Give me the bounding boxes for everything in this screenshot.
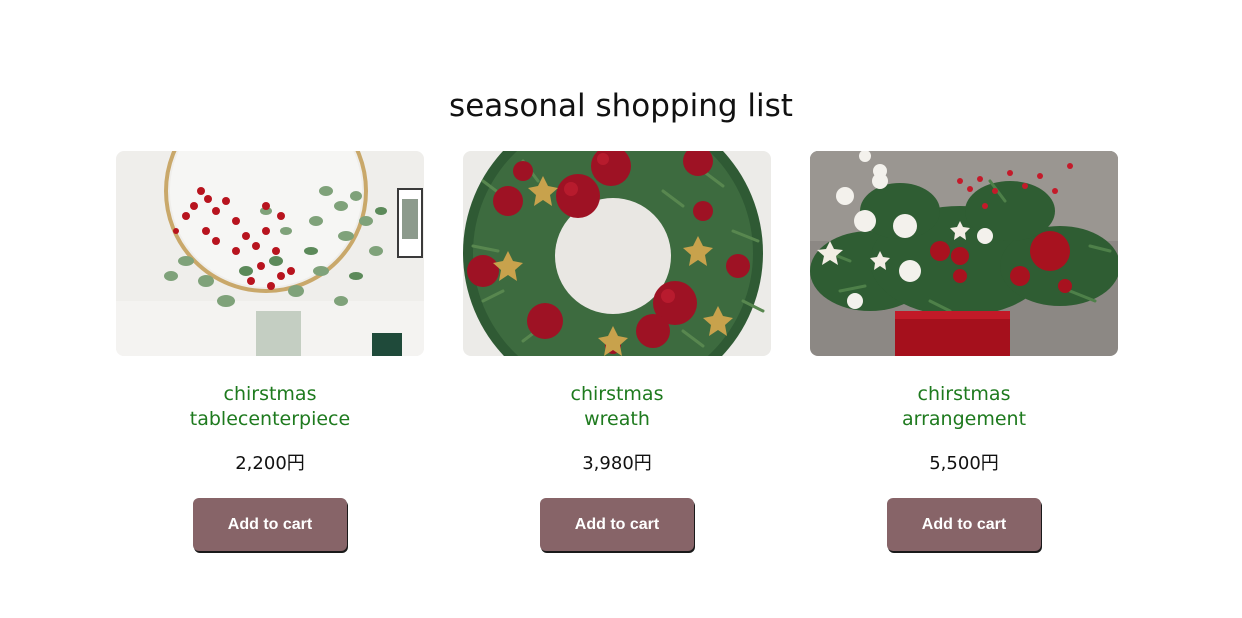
product-name-line: wreath (584, 408, 650, 430)
product-price: 2,200円 (235, 453, 305, 474)
page-title: seasonal shopping list (449, 88, 793, 124)
add-to-cart-button[interactable]: Add to cart (540, 498, 694, 551)
product-name-line: chirstmas (570, 383, 664, 405)
product-card: chirstmas wreath 3,980円 Add to cart (463, 151, 771, 551)
product-price: 3,980円 (582, 453, 652, 474)
product-name-line: chirstmas (223, 383, 317, 405)
product-name-line: chirstmas (917, 383, 1011, 405)
product-image-wreath[interactable] (463, 151, 771, 356)
product-name-line: arrangement (901, 408, 1027, 430)
product-name[interactable]: chirstmas arrangement (810, 382, 1118, 432)
add-to-cart-button[interactable]: Add to cart (887, 498, 1041, 551)
add-to-cart-button[interactable]: Add to cart (193, 498, 347, 551)
product-card: chirstmas arrangement 5,500円 Add to cart (810, 151, 1118, 551)
product-name[interactable]: chirstmas wreath (463, 382, 771, 432)
shopping-page: seasonal shopping list chirstmas tablece… (0, 0, 1242, 618)
product-image-arrangement[interactable] (810, 151, 1118, 356)
product-price: 5,500円 (929, 453, 999, 474)
product-card: chirstmas tablecenterpiece 2,200円 Add to… (116, 151, 424, 551)
product-name-line: tablecenterpiece (189, 408, 351, 430)
product-name[interactable]: chirstmas tablecenterpiece (116, 382, 424, 432)
product-image-centerpiece[interactable] (116, 151, 424, 356)
